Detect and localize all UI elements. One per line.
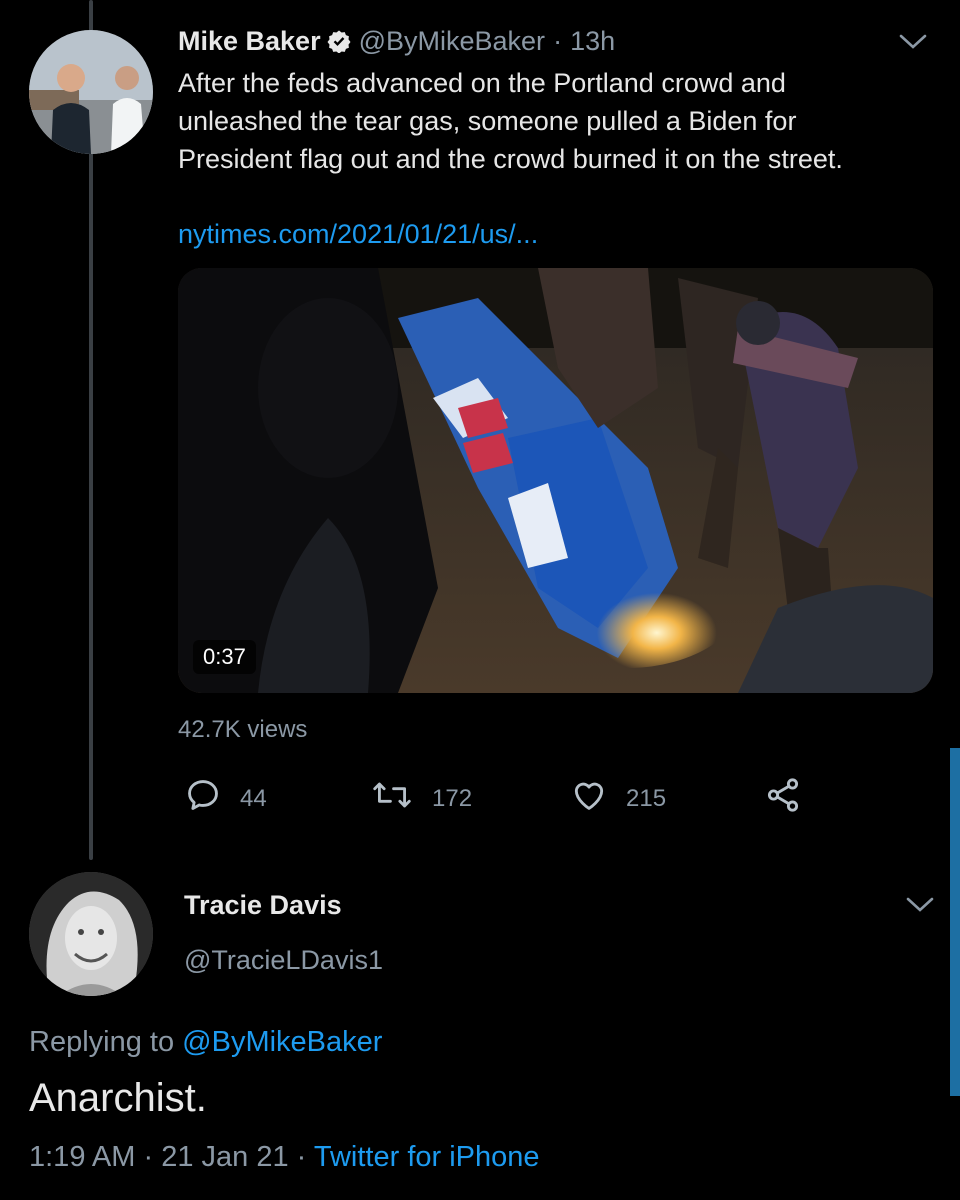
verified-icon [327, 29, 351, 58]
reply-author-name[interactable]: Tracie Davis [184, 890, 342, 921]
like-button[interactable]: 215 [570, 776, 666, 821]
tweet-text-line: President flag out and the crowd burned … [178, 144, 843, 174]
reply-button[interactable]: 44 [184, 776, 267, 821]
author-name[interactable]: Mike Baker [178, 26, 321, 56]
video-player[interactable] [178, 268, 933, 693]
tweet-header: Mike Baker @ByMikeBaker · 13h [178, 26, 615, 58]
like-count: 215 [626, 784, 667, 812]
tweet-link[interactable]: nytimes.com/2021/01/21/us/... [178, 219, 538, 250]
tweet-text-line: unleashed the tear gas, someone pulled a… [178, 106, 797, 136]
reply-text: Anarchist. [29, 1076, 207, 1120]
author-avatar[interactable] [29, 30, 153, 154]
reply-author-avatar[interactable] [29, 872, 153, 996]
reply-source[interactable]: Twitter for iPhone [314, 1141, 540, 1173]
retweet-count: 172 [432, 784, 473, 812]
tweet-time[interactable]: 13h [570, 26, 615, 56]
replying-to-handle[interactable]: @ByMikeBaker [182, 1026, 382, 1058]
video-thumbnail [178, 268, 933, 693]
author-avatar-image [29, 30, 153, 154]
video-duration: 0:37 [193, 640, 256, 674]
replying-to-label: Replying to [29, 1026, 175, 1058]
like-icon [570, 776, 626, 821]
tweet-text-line: After the feds advanced on the Portland … [178, 68, 786, 98]
reply-meta: 1:19 AM · 21 Jan 21 · Twitter for iPhone [29, 1141, 540, 1174]
retweet-icon [370, 776, 432, 821]
reply-author-handle[interactable]: @TracieLDavis1 [184, 945, 383, 976]
meta-separator: · [296, 1141, 307, 1173]
reply-time: 1:19 AM [29, 1141, 136, 1173]
share-button[interactable] [763, 776, 821, 821]
retweet-button[interactable]: 172 [370, 776, 472, 821]
view-count: 42.7K views [178, 716, 308, 743]
scrollbar[interactable] [950, 748, 960, 1096]
header-separator: · [553, 26, 563, 56]
chevron-down-icon[interactable] [905, 895, 935, 920]
meta-separator: · [143, 1141, 154, 1173]
reply-date: 21 Jan 21 [161, 1141, 289, 1173]
reply-icon [184, 776, 240, 821]
share-icon [763, 776, 821, 821]
replying-to: Replying to @ByMikeBaker [29, 1026, 382, 1059]
tweet-text: After the feds advanced on the Portland … [178, 64, 938, 178]
chevron-down-icon[interactable] [898, 32, 928, 57]
reply-avatar-image [29, 872, 153, 996]
author-handle[interactable]: @ByMikeBaker [359, 26, 545, 56]
reply-count: 44 [240, 784, 267, 812]
